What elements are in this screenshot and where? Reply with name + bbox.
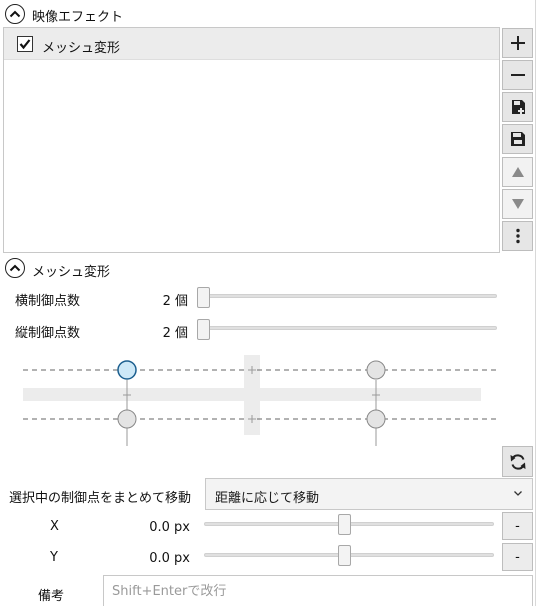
vertical-points-slider[interactable]	[204, 326, 497, 330]
y-label: Y	[50, 550, 58, 565]
x-decrement-button[interactable]: -	[502, 512, 533, 540]
effect-list: メッシュ変形	[3, 27, 500, 253]
x-slider-thumb[interactable]	[338, 514, 351, 535]
add-button[interactable]	[502, 28, 533, 58]
horizontal-points-slider[interactable]	[204, 294, 497, 298]
vertical-points-value: 2 個	[162, 326, 188, 341]
mesh-control-editor[interactable]	[0, 350, 536, 450]
more-vertical-icon	[515, 228, 520, 244]
y-decrement-button[interactable]: -	[502, 543, 533, 571]
save-button[interactable]	[502, 124, 533, 154]
effect-item-label: メッシュ変形	[42, 41, 121, 56]
horizontal-points-slider-thumb[interactable]	[197, 287, 210, 308]
x-label: X	[50, 519, 59, 534]
save-as-preset-button[interactable]	[502, 92, 533, 122]
group-move-selected: 距離に応じて移動	[215, 491, 320, 506]
vertical-points-slider-thumb[interactable]	[197, 319, 210, 340]
triangle-up-icon	[511, 167, 524, 177]
effects-title: 映像エフェクト	[32, 10, 124, 25]
mesh-collapse-button[interactable]	[5, 258, 25, 278]
check-icon	[19, 39, 31, 50]
effect-enabled-checkbox[interactable]	[17, 36, 33, 52]
triangle-down-icon	[511, 199, 524, 209]
mesh-section-title: メッシュ変形	[32, 265, 111, 280]
move-up-button[interactable]	[502, 157, 533, 187]
notes-label: 備考	[38, 589, 65, 604]
mesh-control-point-selected[interactable]	[117, 360, 137, 380]
chevron-down-icon	[514, 491, 522, 496]
horizontal-points-value: 2 個	[162, 294, 188, 309]
y-slider-thumb[interactable]	[338, 545, 351, 566]
save-plus-icon	[511, 100, 525, 114]
reset-mesh-button[interactable]	[502, 446, 533, 477]
plus-icon	[510, 36, 525, 50]
y-value: 0.0 px	[149, 551, 190, 566]
minus-icon	[510, 74, 525, 76]
group-move-label: 選択中の制御点をまとめて移動	[9, 491, 192, 506]
move-down-button[interactable]	[502, 189, 533, 219]
mesh-control-point[interactable]	[366, 360, 386, 380]
horizontal-points-label: 横制御点数	[15, 294, 81, 309]
chevron-up-icon	[9, 264, 21, 272]
mesh-control-point[interactable]	[117, 409, 137, 429]
mesh-control-point[interactable]	[366, 409, 386, 429]
group-move-select[interactable]: 距離に応じて移動	[205, 478, 533, 510]
x-value: 0.0 px	[149, 520, 190, 535]
remove-button[interactable]	[502, 60, 533, 90]
refresh-icon	[510, 453, 525, 470]
chevron-up-icon	[9, 10, 21, 18]
effects-collapse-button[interactable]	[5, 4, 25, 24]
more-button[interactable]	[502, 221, 533, 251]
effect-list-item[interactable]: メッシュ変形	[4, 28, 499, 60]
vertical-points-label: 縦制御点数	[15, 326, 81, 341]
save-icon	[510, 132, 525, 146]
notes-input[interactable]	[103, 575, 533, 606]
